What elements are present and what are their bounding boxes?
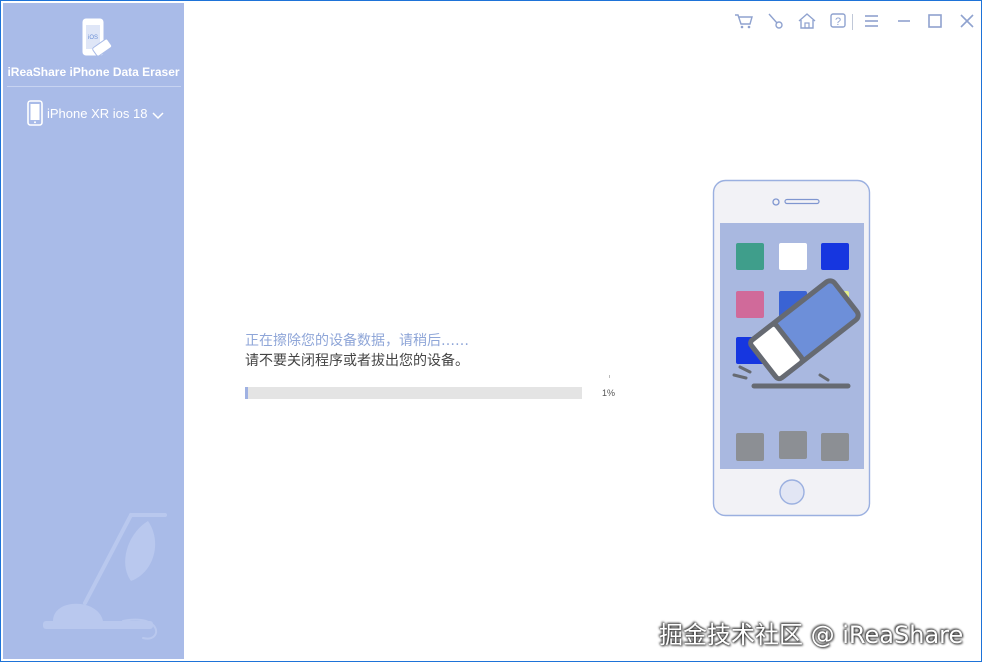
svg-text:iOS: iOS xyxy=(88,35,98,41)
progress-fill xyxy=(245,387,248,399)
menu-button[interactable] xyxy=(861,11,883,31)
progress-bar xyxy=(245,387,582,399)
help-button[interactable]: ? xyxy=(828,11,850,31)
help-icon: ? xyxy=(828,11,850,31)
warning-text: 请不要关闭程序或者拔出您的设备。 xyxy=(245,353,469,369)
svg-text:?: ? xyxy=(835,16,841,28)
minimize-icon xyxy=(893,11,915,31)
app-window: iOS iReaShare iPhone Data Eraser iPhone … xyxy=(0,0,982,662)
maximize-icon xyxy=(924,11,946,31)
close-icon xyxy=(956,11,978,31)
app-title: iReaShare iPhone Data Eraser xyxy=(7,65,180,79)
home-icon xyxy=(796,11,818,31)
cart-button[interactable] xyxy=(733,11,755,31)
erasing-status-text: 正在擦除您的设备数据，请稍后…… xyxy=(245,333,469,349)
sidebar-divider xyxy=(7,86,181,87)
chevron-down-icon[interactable] xyxy=(152,106,164,120)
watermark-text: 掘金技术社区 @ iReaShare xyxy=(659,621,964,649)
maximize-button[interactable] xyxy=(924,11,946,31)
register-button[interactable] xyxy=(765,11,787,31)
home-button[interactable] xyxy=(796,11,818,31)
vacuum-cleaner-decoration xyxy=(13,503,183,653)
cart-icon xyxy=(733,11,755,31)
iphone-icon xyxy=(27,100,43,126)
sidebar: iOS iReaShare iPhone Data Eraser iPhone … xyxy=(3,3,184,659)
progress-percent: 1% xyxy=(602,388,616,398)
progress-marker xyxy=(609,375,610,378)
device-name: iPhone XR ios 18 xyxy=(47,106,148,121)
minimize-button[interactable] xyxy=(893,11,915,31)
phone-erase-illustration xyxy=(712,179,872,519)
device-selector[interactable]: iPhone XR ios 18 xyxy=(25,99,175,127)
menu-icon xyxy=(861,11,883,31)
app-logo: iOS xyxy=(79,17,115,61)
toolbar-separator xyxy=(852,14,853,30)
key-icon xyxy=(765,11,787,31)
close-button[interactable] xyxy=(956,11,978,31)
